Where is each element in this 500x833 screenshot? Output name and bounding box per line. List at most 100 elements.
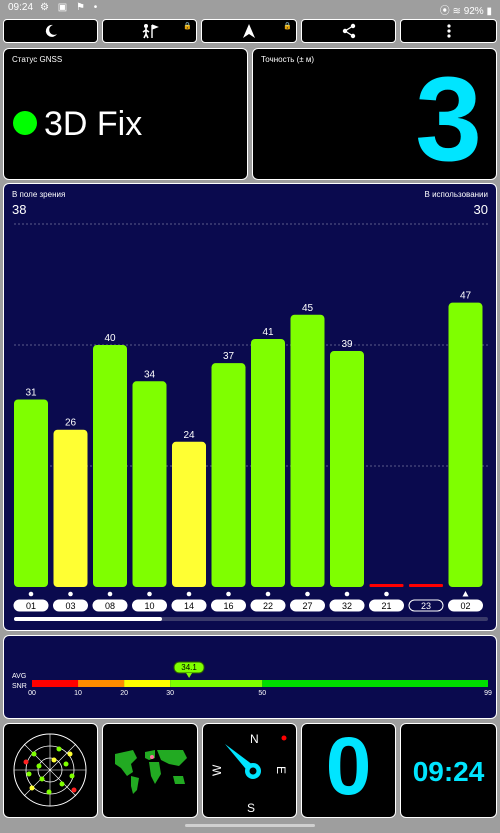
satellite-id-label: 32 (342, 601, 352, 611)
bar-value-label: 24 (183, 430, 195, 441)
wifi-icon: ≋ (452, 6, 461, 17)
snr-bar-22[interactable] (251, 338, 285, 587)
lock-icon: 🔒 (283, 23, 292, 30)
home-indicator[interactable] (185, 824, 315, 827)
speed-tile[interactable]: 0 (301, 723, 396, 818)
snr-segment (124, 680, 171, 687)
chart-scroll-thumb[interactable] (14, 617, 162, 621)
snr-bar-08[interactable] (93, 345, 127, 587)
accuracy-panel[interactable]: Точность (± м) 3 (252, 48, 497, 180)
status-bar: 09:24 ⚙ ▣ ⚑ • ⦿ ≋ 92% ▮ (0, 0, 500, 17)
satellite-id-label: 16 (223, 601, 233, 611)
compass-north: N (250, 732, 259, 746)
snr-segment (78, 680, 125, 687)
in-use-marker (384, 591, 389, 597)
status-icons: ⚙ ▣ ⚑ • (40, 2, 101, 13)
snr-bar-21[interactable] (369, 584, 404, 587)
bar-value-label: 31 (25, 387, 37, 398)
bar-value-label: 26 (65, 418, 77, 429)
in-use-marker (68, 591, 73, 597)
snr-bar-14[interactable] (172, 441, 206, 587)
snr-scale-canvas: AVG SNR 00 10 20 30 50 99 34.1 (12, 661, 492, 697)
avg-label: AVG (12, 673, 26, 680)
battery-icon: ▮ (486, 6, 492, 17)
snr-bar-01[interactable] (14, 399, 48, 587)
share-icon (342, 23, 355, 39)
accuracy-label: Точность (± м) (261, 55, 315, 64)
snr-segment (170, 680, 263, 687)
snr-bar-23[interactable] (409, 584, 443, 587)
avg-snr-value: 34.1 (181, 663, 197, 672)
lock-icon: 🔒 (183, 23, 192, 30)
bar-value-label: 47 (460, 291, 472, 302)
world-map-icon (115, 750, 187, 794)
compass-east: E (274, 766, 288, 774)
bar-value-label: 37 (223, 351, 235, 362)
snr-scale-panel: AVG SNR 00 10 20 30 50 99 34.1 (3, 635, 497, 719)
snr-tick-label: 20 (120, 690, 128, 697)
snr-bar-02[interactable] (448, 302, 483, 587)
avg-snr-pointer (186, 673, 193, 678)
satellite-id-label: 01 (26, 601, 36, 611)
in-use-marker (344, 591, 350, 597)
bar-value-label: 41 (262, 327, 274, 338)
snr-tick-label: 10 (74, 690, 82, 697)
sky-plot-icon (13, 733, 87, 807)
clock-value: 09:24 (412, 756, 485, 787)
battery-percent: 92% (463, 6, 484, 17)
compass-tile[interactable]: N E S W (202, 723, 297, 818)
satellite-id-label: 14 (184, 601, 194, 611)
in-use-marker (186, 591, 192, 597)
navigate-button[interactable]: 🔒 (201, 19, 297, 43)
snr-tick-label: 00 (28, 690, 36, 697)
compass-south: S (247, 801, 255, 815)
snr-bar-10[interactable] (132, 381, 167, 587)
map-view-button[interactable]: 🔒 (102, 19, 197, 43)
in-use-marker (265, 591, 271, 597)
world-map-tile[interactable] (102, 723, 198, 818)
satellite-id-label: 21 (381, 601, 391, 611)
bar-value-label: 40 (104, 333, 116, 344)
satellite-id-label: 27 (302, 601, 312, 611)
satellite-id-label: 08 (105, 601, 115, 611)
bar-value-label: 39 (341, 339, 353, 350)
sbas-marker (462, 591, 469, 597)
snr-segment (32, 680, 79, 687)
in-use-marker (107, 591, 113, 597)
location-icon: ⦿ (439, 6, 450, 17)
in-use-marker (226, 591, 231, 597)
night-mode-button[interactable] (3, 19, 98, 43)
snr-bar-27[interactable] (290, 314, 325, 587)
menu-button[interactable] (400, 19, 497, 43)
satellite-id-label: 22 (263, 601, 273, 611)
snr-bar-32[interactable] (330, 351, 364, 587)
gnss-status-label: Статус GNSS (12, 55, 63, 64)
fix-indicator-dot (13, 111, 37, 135)
in-use-marker (147, 591, 152, 597)
in-use-marker (28, 591, 34, 597)
navigation-arrow-icon (243, 24, 255, 38)
more-vertical-icon (446, 24, 451, 38)
bars-canvas: 31 01 26 03 40 08 34 10 24 14 37 16 41 22 45 27 39 32 21 23… (13, 223, 488, 621)
accuracy-value: 3 (415, 52, 482, 186)
satellite-snr-chart[interactable]: В поле зрения 38 В использовании 30 31 01… (3, 183, 497, 631)
clock-tile[interactable]: 09:24 (400, 723, 497, 818)
sky-view-tile[interactable] (3, 723, 98, 818)
in-use-marker (305, 591, 310, 597)
person-flag-icon (142, 24, 159, 39)
snr-label: SNR (12, 683, 27, 690)
share-button[interactable] (301, 19, 396, 43)
status-time: 09:24 (8, 2, 34, 13)
bar-value-label: 45 (302, 303, 314, 314)
snr-bar-03[interactable] (53, 429, 88, 587)
fix-status-value: 3D Fix (44, 105, 143, 143)
satellite-id-label: 23 (421, 601, 431, 611)
compass-icon: N E S W (210, 732, 288, 815)
snr-tick-label: 99 (484, 690, 492, 697)
satellite-id-label: 03 (65, 601, 75, 611)
status-right: ⦿ ≋ 92% ▮ (440, 2, 492, 17)
snr-tick-label: 30 (166, 690, 174, 697)
moon-icon (45, 24, 57, 37)
gnss-status-panel[interactable]: Статус GNSS 3D Fix (3, 48, 248, 180)
snr-bar-16[interactable] (211, 363, 246, 587)
